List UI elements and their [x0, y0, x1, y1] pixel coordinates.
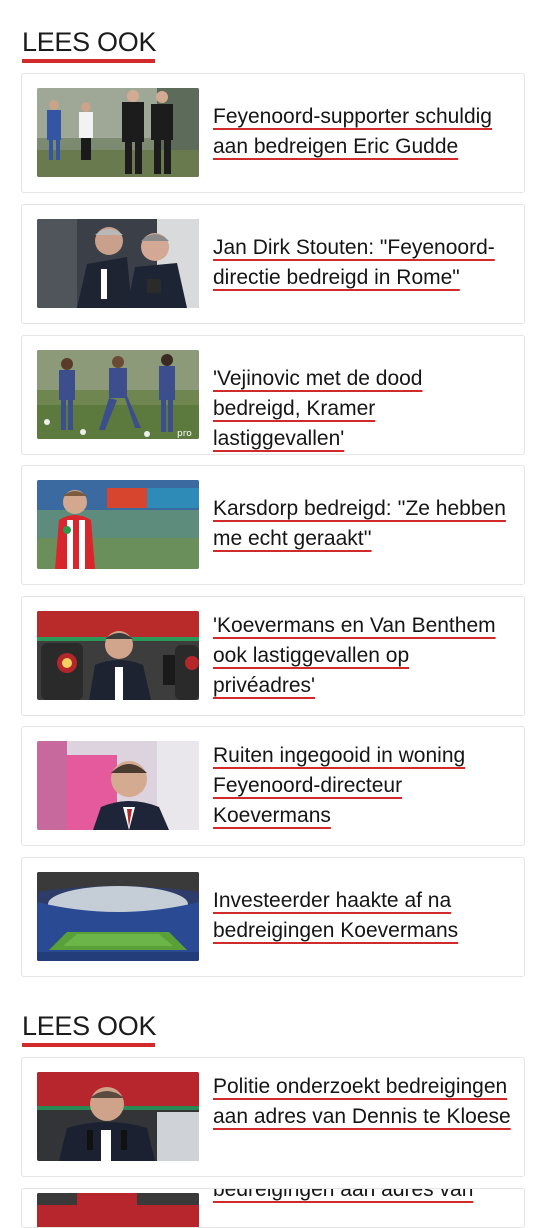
article-thumbnail[interactable]: [37, 1072, 199, 1161]
article-card[interactable]: Investeerder haakte af na bedreigingen K…: [21, 857, 525, 977]
article-title-link[interactable]: bedreigingen aan adres van: [213, 1189, 512, 1205]
section-heading-text: LEES OOK: [22, 27, 157, 57]
article-card[interactable]: pro 'Vejinovic met de dood bedreigd, Kra…: [21, 335, 525, 455]
article-thumbnail[interactable]: [37, 611, 199, 700]
article-thumbnail[interactable]: [37, 88, 199, 177]
article-thumbnail[interactable]: [37, 741, 199, 830]
section-heading-text: LEES OOK: [22, 1011, 157, 1041]
article-thumbnail[interactable]: [37, 480, 199, 569]
svg-text:pro: pro: [177, 429, 192, 439]
article-thumbnail[interactable]: [37, 872, 199, 961]
section-heading: LEES OOK: [22, 1010, 156, 1047]
article-card[interactable]: bedreigingen aan adres van: [21, 1188, 525, 1228]
article-card[interactable]: 'Koevermans en Van Benthem ook lastiggev…: [21, 596, 525, 716]
article-title-link[interactable]: Politie onderzoekt bedreigingen aan adre…: [213, 1072, 512, 1132]
section-heading: LEES OOK: [22, 26, 156, 63]
article-title-link[interactable]: Ruiten ingegooid in woning Feyenoord-dir…: [213, 741, 512, 831]
article-title-link[interactable]: Investeerder haakte af na bedreigingen K…: [213, 886, 512, 946]
heading-underline: [22, 59, 155, 63]
article-title-link[interactable]: 'Koevermans en Van Benthem ook lastiggev…: [213, 611, 512, 701]
article-title-link[interactable]: Feyenoord-supporter schuldig aan bedreig…: [213, 102, 512, 162]
article-title-link[interactable]: Jan Dirk Stouten: "Feyenoord-directie be…: [213, 233, 512, 293]
article-card[interactable]: Politie onderzoekt bedreigingen aan adre…: [21, 1057, 525, 1177]
article-card[interactable]: Jan Dirk Stouten: "Feyenoord-directie be…: [21, 204, 525, 324]
heading-underline: [22, 1043, 155, 1047]
article-card[interactable]: Karsdorp bedreigd: ''Ze hebben me echt g…: [21, 465, 525, 585]
article-card[interactable]: Ruiten ingegooid in woning Feyenoord-dir…: [21, 726, 525, 846]
article-title-link[interactable]: Karsdorp bedreigd: ''Ze hebben me echt g…: [213, 494, 512, 554]
article-thumbnail[interactable]: [37, 1193, 199, 1227]
article-thumbnail[interactable]: [37, 219, 199, 308]
article-thumbnail[interactable]: pro: [37, 350, 199, 439]
article-title-link[interactable]: 'Vejinovic met de dood bedreigd, Kramer …: [213, 364, 512, 454]
article-card[interactable]: Feyenoord-supporter schuldig aan bedreig…: [21, 73, 525, 193]
